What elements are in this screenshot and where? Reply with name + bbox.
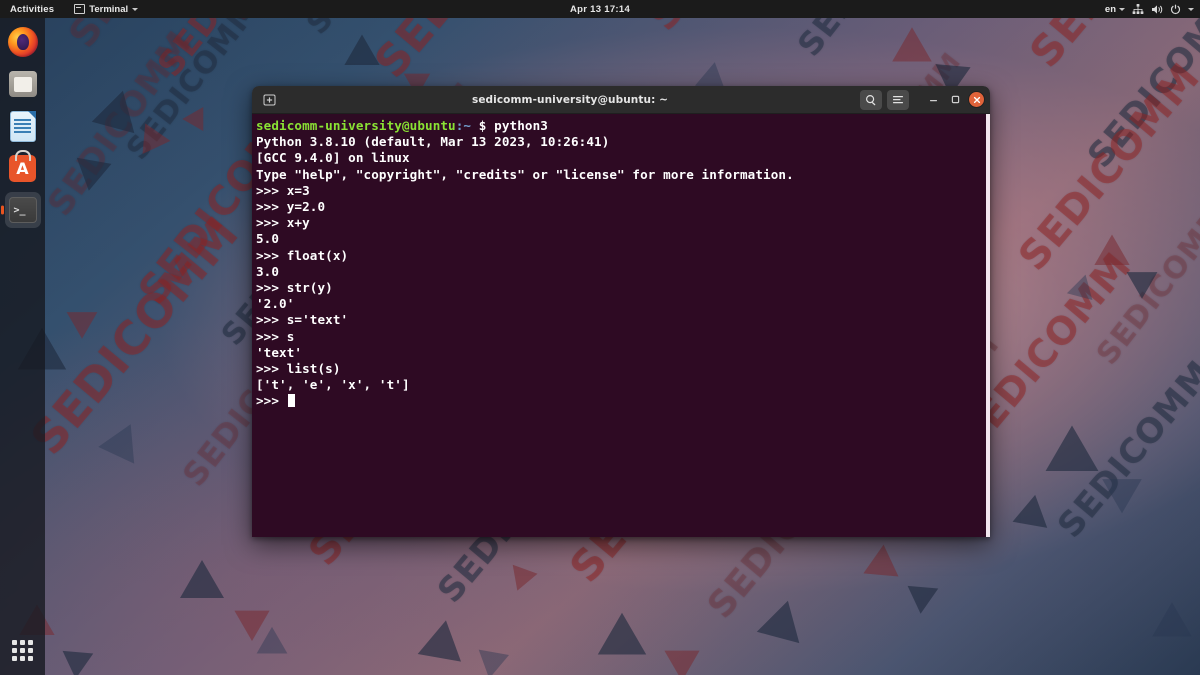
new-tab-icon[interactable] bbox=[258, 90, 280, 110]
search-icon[interactable] bbox=[860, 89, 882, 110]
terminal-titlebar[interactable]: sedicomm-university@ubuntu: ~ bbox=[252, 86, 990, 114]
chevron-down-icon bbox=[132, 7, 139, 11]
network-icon[interactable] bbox=[1132, 3, 1144, 15]
app-menu-button[interactable]: Terminal bbox=[74, 3, 139, 15]
document-icon bbox=[9, 110, 36, 142]
chevron-down-icon bbox=[1119, 7, 1125, 11]
dock-item-terminal[interactable]: >_ bbox=[4, 192, 41, 228]
activities-button[interactable]: Activities bbox=[6, 4, 58, 15]
firefox-icon bbox=[7, 27, 38, 57]
terminal-scrollbar[interactable] bbox=[986, 114, 990, 537]
software-bag-icon: A bbox=[9, 154, 36, 182]
clock[interactable]: Apr 13 17:14 bbox=[570, 4, 630, 15]
top-bar: Activities Terminal Apr 13 17:14 en bbox=[0, 0, 1200, 18]
volume-icon[interactable] bbox=[1151, 4, 1163, 15]
power-icon[interactable] bbox=[1170, 4, 1181, 15]
terminal-window-icon bbox=[74, 4, 86, 14]
chevron-down-icon[interactable] bbox=[1188, 7, 1194, 11]
terminal-content-area[interactable]: sedicomm-university@ubuntu:~ $ python3 P… bbox=[252, 114, 990, 537]
terminal-window[interactable]: sedicomm-university@ubuntu: ~ sedicomm-u… bbox=[252, 86, 990, 537]
dock-item-files[interactable] bbox=[5, 66, 41, 102]
minimize-button[interactable] bbox=[925, 91, 942, 108]
terminal-title: sedicomm-university@ubuntu: ~ bbox=[471, 93, 669, 106]
terminal-output: sedicomm-university@ubuntu:~ $ python3 P… bbox=[256, 118, 794, 409]
system-indicators: en bbox=[1105, 3, 1194, 15]
maximize-button[interactable] bbox=[947, 91, 964, 108]
terminal-titlebar-actions bbox=[860, 89, 984, 110]
folder-icon bbox=[8, 71, 37, 97]
launcher-dock: A >_ bbox=[0, 18, 45, 675]
dock-item-ubuntu-software[interactable]: A bbox=[5, 150, 41, 186]
app-menu-label: Terminal bbox=[89, 3, 129, 15]
terminal-icon: >_ bbox=[8, 197, 37, 223]
desktop-screen: SEDICOMM SEDICOMM SEDICOMM SEDICOMM SEDICOMM… bbox=[0, 0, 1200, 675]
dock-item-firefox[interactable] bbox=[5, 24, 41, 60]
close-button[interactable] bbox=[969, 92, 984, 107]
dock-item-libreoffice-writer[interactable] bbox=[5, 108, 41, 144]
show-applications-button[interactable] bbox=[6, 633, 40, 667]
language-indicator[interactable]: en bbox=[1105, 4, 1125, 15]
language-label: en bbox=[1104, 3, 1116, 15]
hamburger-menu-icon[interactable] bbox=[887, 89, 909, 110]
grid-icon bbox=[12, 639, 33, 661]
